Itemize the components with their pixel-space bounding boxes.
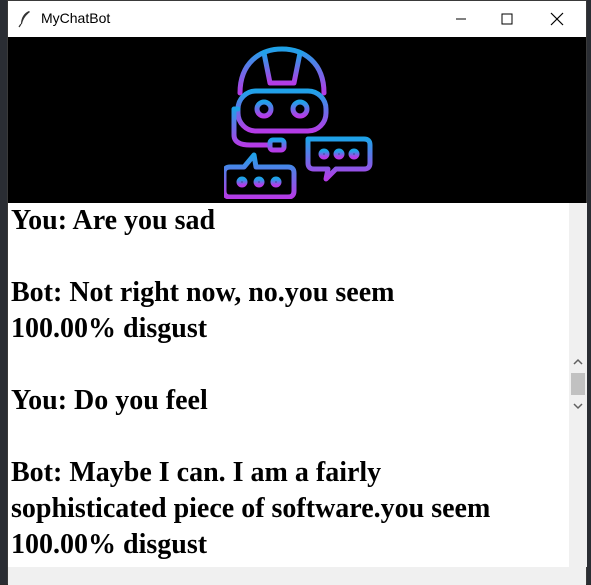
chatbot-window: MyChatBot You: Are you sad Bot: Not righ… bbox=[7, 0, 587, 585]
scroll-down-button[interactable] bbox=[569, 397, 587, 415]
chat-scrollbar[interactable] bbox=[569, 203, 587, 567]
chat-message-bot-continued: 100.00% disgust bbox=[11, 313, 208, 344]
maximize-icon bbox=[501, 13, 513, 25]
maximize-button[interactable] bbox=[484, 1, 530, 37]
robot-chat-icon bbox=[224, 46, 373, 199]
header-banner bbox=[8, 37, 586, 203]
scroll-up-button[interactable] bbox=[569, 353, 587, 371]
window-title: MyChatBot bbox=[41, 10, 111, 26]
chat-message-user: You: Are you sad bbox=[11, 205, 216, 236]
minimize-icon bbox=[456, 18, 466, 20]
close-button[interactable] bbox=[534, 1, 580, 37]
window-bottom-edge bbox=[8, 567, 586, 585]
close-icon bbox=[550, 12, 564, 26]
chat-message-bot-continued: sophisticated piece of software.you seem bbox=[11, 493, 491, 524]
chat-message-bot: Bot: Not right now, no.you seem bbox=[11, 277, 395, 308]
chat-message-bot-continued: 100.00% disgust bbox=[11, 529, 208, 560]
chat-message-user: You: Do you feel bbox=[11, 385, 208, 416]
scrollbar-thumb[interactable] bbox=[571, 373, 585, 395]
minimize-button[interactable] bbox=[438, 1, 484, 37]
chevron-down-icon bbox=[573, 403, 583, 410]
feather-icon bbox=[18, 11, 30, 28]
title-bar[interactable]: MyChatBot bbox=[8, 1, 586, 37]
chat-log[interactable]: You: Are you sad Bot: Not right now, no.… bbox=[8, 203, 569, 567]
chat-message-bot: Bot: Maybe I can. I am a fairly bbox=[11, 457, 382, 488]
chevron-up-icon bbox=[573, 358, 583, 365]
